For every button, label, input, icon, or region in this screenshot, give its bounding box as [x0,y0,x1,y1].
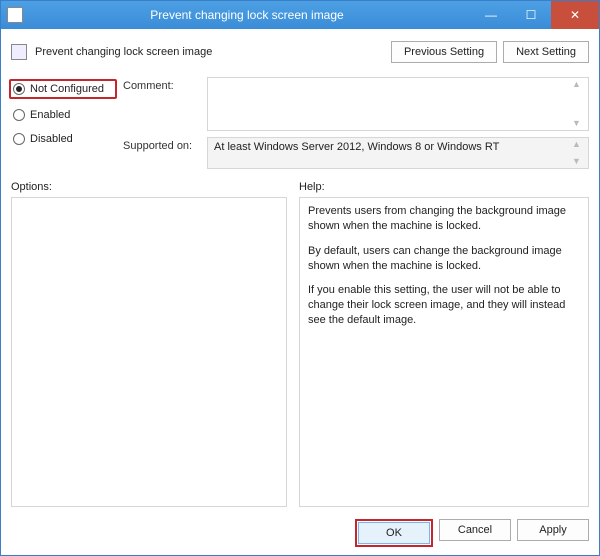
radio-enabled[interactable]: Enabled [11,107,117,123]
comment-field: Comment: ▲▼ [123,77,589,131]
radio-disabled[interactable]: Disabled [11,131,117,147]
policy-dialog: Prevent changing lock screen image — ☐ ✕… [0,0,600,556]
help-paragraph: By default, users can change the backgro… [308,244,580,274]
config-row: Not Configured Enabled Disabled Comment:… [11,77,589,169]
options-label: Options: [11,181,287,193]
header-row: Prevent changing lock screen image Previ… [11,37,589,67]
window-title: Prevent changing lock screen image [23,8,471,22]
state-radios: Not Configured Enabled Disabled [11,77,117,169]
next-setting-button[interactable]: Next Setting [503,41,589,63]
radio-dot-icon [13,83,25,95]
minimize-button[interactable]: — [471,1,511,29]
scroll-indicator: ▲▼ [572,140,586,166]
ok-button[interactable]: OK [358,522,430,544]
radio-label: Disabled [30,133,73,145]
supported-label: Supported on: [123,137,201,169]
panels-row: Options: Help: Prevents users from chang… [11,181,589,507]
help-column: Help: Prevents users from changing the b… [299,181,589,507]
window-controls: — ☐ ✕ [471,1,599,29]
apply-button[interactable]: Apply [517,519,589,541]
previous-setting-button[interactable]: Previous Setting [391,41,497,63]
help-paragraph: If you enable this setting, the user wil… [308,283,580,328]
ok-highlight: OK [355,519,433,547]
help-label: Help: [299,181,589,193]
help-panel: Prevents users from changing the backgro… [299,197,589,507]
titlebar: Prevent changing lock screen image — ☐ ✕ [1,1,599,29]
policy-title: Prevent changing lock screen image [35,46,383,58]
comment-label: Comment: [123,77,201,131]
app-icon [7,7,23,23]
radio-label: Enabled [30,109,70,121]
options-panel [11,197,287,507]
radio-dot-icon [13,133,25,145]
maximize-button[interactable]: ☐ [511,1,551,29]
meta-fields: Comment: ▲▼ Supported on: At least Windo… [123,77,589,169]
supported-text: At least Windows Server 2012, Windows 8 … [207,137,589,169]
supported-value: At least Windows Server 2012, Windows 8 … [214,141,499,153]
options-column: Options: [11,181,287,507]
help-paragraph: Prevents users from changing the backgro… [308,204,580,234]
dialog-body: Prevent changing lock screen image Previ… [1,29,599,555]
radio-label: Not Configured [30,83,104,95]
radio-not-configured[interactable]: Not Configured [9,79,117,99]
dialog-footer: OK Cancel Apply [11,511,589,547]
policy-icon [11,44,27,60]
close-button[interactable]: ✕ [551,1,599,29]
nav-buttons: Previous Setting Next Setting [391,41,589,63]
comment-textarea[interactable]: ▲▼ [207,77,589,131]
radio-dot-icon [13,109,25,121]
cancel-button[interactable]: Cancel [439,519,511,541]
scroll-indicator: ▲▼ [572,80,586,128]
supported-field: Supported on: At least Windows Server 20… [123,137,589,169]
